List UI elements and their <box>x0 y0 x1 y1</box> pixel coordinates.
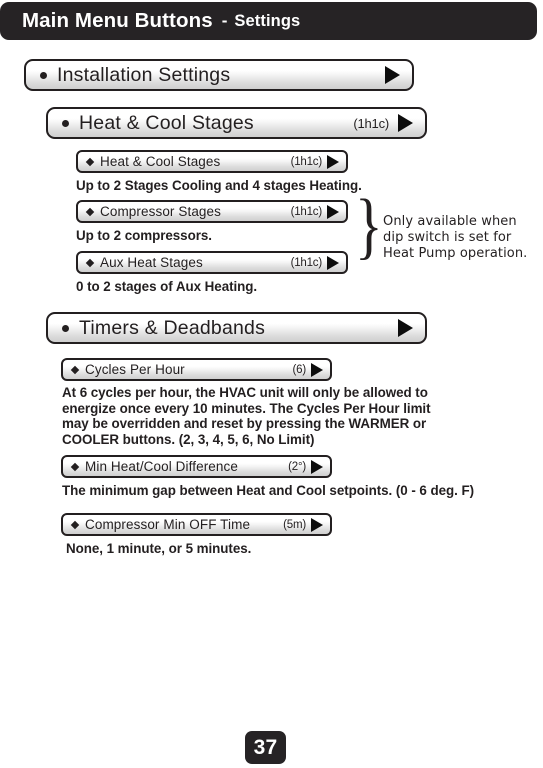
description-cycles-per-hour: At 6 cycles per hour, the HVAC unit will… <box>62 385 431 447</box>
sub-button-cycles-per-hour[interactable]: Cycles Per Hour (6) <box>61 358 332 381</box>
sub-button-min-heat-cool-difference[interactable]: Min Heat/Cool Difference (2°) <box>61 455 332 478</box>
annotation-line-3: Heat Pump operation. <box>383 246 528 261</box>
page-header-bar: Main Menu Buttons - Settings <box>0 2 537 40</box>
triangle-right-icon <box>311 362 323 377</box>
sub-button-label: Heat & Cool Stages <box>100 154 221 169</box>
triangle-right-icon <box>327 154 339 169</box>
menu-button-installation-settings[interactable]: Installation Settings <box>24 59 414 91</box>
page-number-value: 37 <box>253 735 278 759</box>
menu-button-heat-cool-stages[interactable]: Heat & Cool Stages (1h1c) <box>46 107 427 139</box>
menu-button-label: Timers & Deadbands <box>79 316 266 339</box>
menu-button-timers-deadbands[interactable]: Timers & Deadbands <box>46 312 427 344</box>
sub-button-label: Min Heat/Cool Difference <box>85 459 238 474</box>
triangle-right-icon <box>398 114 413 132</box>
description-line-2: energize once every 10 minutes. The Cycl… <box>62 400 431 416</box>
page-subtitle: Settings <box>234 11 301 30</box>
description-heat-cool-stages: Up to 2 Stages Cooling and 4 stages Heat… <box>76 178 362 193</box>
diamond-bullet-icon <box>85 207 95 216</box>
page-title: Main Menu Buttons <box>22 9 213 32</box>
sub-button-label: Aux Heat Stages <box>100 255 203 270</box>
diamond-bullet-icon <box>70 520 80 529</box>
description-compressor-min-off-time: None, 1 minute, or 5 minutes. <box>66 541 252 556</box>
sub-button-label: Compressor Stages <box>100 204 221 219</box>
sub-button-badge: (1h1c) <box>290 155 323 168</box>
annotation-heat-pump: Only available when dip switch is set fo… <box>383 214 527 262</box>
sub-button-compressor-stages[interactable]: Compressor Stages (1h1c) <box>76 200 348 223</box>
menu-button-badge: (1h1c) <box>353 115 389 131</box>
sub-button-badge: (1h1c) <box>290 205 323 218</box>
sub-button-badge: (6) <box>292 363 307 376</box>
bullet-icon <box>62 119 69 127</box>
annotation-line-1: Only available when <box>383 214 517 229</box>
bullet-icon <box>40 71 47 79</box>
triangle-right-icon <box>311 517 323 532</box>
triangle-right-icon <box>327 204 339 219</box>
triangle-right-icon <box>311 459 323 474</box>
annotation-line-2: dip switch is set for <box>383 230 512 245</box>
sub-button-heat-cool-stages[interactable]: Heat & Cool Stages (1h1c) <box>76 150 348 173</box>
sub-button-label: Cycles Per Hour <box>85 362 185 377</box>
page-number-badge: 37 <box>245 731 286 764</box>
description-line-1: At 6 cycles per hour, the HVAC unit will… <box>62 385 428 400</box>
bullet-icon <box>62 324 69 332</box>
description-compressor-stages: Up to 2 compressors. <box>76 228 212 243</box>
menu-button-label: Heat & Cool Stages <box>79 111 254 134</box>
sub-button-label: Compressor Min OFF Time <box>85 517 251 532</box>
sub-button-badge: (2°) <box>288 460 306 473</box>
sub-button-aux-heat-stages[interactable]: Aux Heat Stages (1h1c) <box>76 251 348 274</box>
diamond-bullet-icon <box>85 258 95 267</box>
description-aux-heat-stages: 0 to 2 stages of Aux Heating. <box>76 279 258 294</box>
sub-button-compressor-min-off-time[interactable]: Compressor Min OFF Time (5m) <box>61 513 332 536</box>
triangle-right-icon <box>385 66 400 84</box>
menu-button-label: Installation Settings <box>57 63 231 86</box>
description-line-4: COOLER buttons. (2, 3, 4, 5, 6, No Limit… <box>62 431 315 447</box>
sub-button-badge: (5m) <box>283 518 306 531</box>
triangle-right-icon <box>398 319 413 337</box>
curly-brace-icon: } <box>355 185 383 267</box>
description-min-heat-cool-difference: The minimum gap between Heat and Cool se… <box>62 483 474 498</box>
header-separator: - <box>221 11 228 30</box>
sub-button-badge: (1h1c) <box>290 256 323 269</box>
description-line-3: may be overridden and reset by pressing … <box>62 416 427 432</box>
triangle-right-icon <box>327 255 339 270</box>
diamond-bullet-icon <box>70 462 80 471</box>
diamond-bullet-icon <box>70 365 80 374</box>
page-content: Installation Settings Heat & Cool Stages… <box>0 40 543 730</box>
diamond-bullet-icon <box>85 157 95 166</box>
